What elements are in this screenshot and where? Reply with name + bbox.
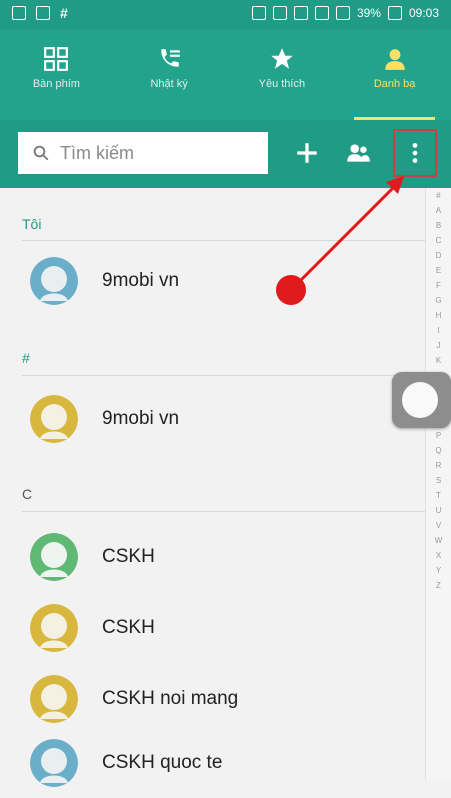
avatar-person-icon bbox=[30, 257, 78, 305]
index-letter[interactable]: B bbox=[436, 218, 441, 233]
scroll-knob bbox=[402, 382, 438, 418]
alphabet-index[interactable]: #ABCDEFGHIJKLMNOPQRSTUVWXYZ bbox=[425, 188, 451, 780]
tab-favorites[interactable]: Yêu thích bbox=[226, 30, 339, 120]
section-divider bbox=[22, 240, 426, 241]
index-letter[interactable]: P bbox=[436, 428, 441, 443]
avatar bbox=[30, 604, 78, 652]
index-letter[interactable]: C bbox=[436, 233, 442, 248]
index-letter[interactable]: V bbox=[436, 518, 441, 533]
hash-icon: # bbox=[60, 5, 68, 21]
add-contact-button[interactable] bbox=[286, 132, 328, 174]
status-left-icons: # bbox=[12, 6, 74, 20]
signal-icon bbox=[314, 6, 329, 20]
index-letter[interactable]: S bbox=[436, 473, 441, 488]
avatar bbox=[30, 257, 78, 305]
notification-icon bbox=[12, 6, 26, 20]
contact-name: 9mobi vn bbox=[102, 270, 180, 291]
section-header-hash: # bbox=[22, 350, 30, 366]
nfc-icon bbox=[251, 6, 266, 20]
section-header-c: C bbox=[22, 486, 33, 502]
search-input[interactable]: Tìm kiếm bbox=[18, 132, 268, 174]
fast-scroll-handle[interactable] bbox=[392, 372, 451, 428]
index-letter[interactable]: Z bbox=[436, 578, 441, 593]
section-header-me: Tôi bbox=[22, 216, 42, 232]
contact-row[interactable]: 9mobi vn bbox=[0, 246, 426, 316]
tab-keypad-label: Bàn phím bbox=[32, 78, 80, 90]
contact-row[interactable]: 9mobi vn bbox=[0, 384, 426, 454]
index-letter[interactable]: G bbox=[435, 293, 441, 308]
index-letter[interactable]: T bbox=[436, 488, 441, 503]
status-bar: # 39% 09:03 bbox=[0, 0, 451, 30]
battery-icon bbox=[387, 6, 402, 20]
avatar-person-icon bbox=[30, 604, 78, 652]
avatar bbox=[30, 675, 78, 723]
more-vertical-icon bbox=[412, 143, 418, 163]
contact-row[interactable]: CSKH bbox=[0, 593, 426, 663]
tab-call-log[interactable]: Nhật ký bbox=[113, 30, 226, 120]
index-letter[interactable]: W bbox=[435, 533, 443, 548]
index-letter[interactable]: F bbox=[436, 278, 441, 293]
avatar bbox=[30, 533, 78, 581]
tab-contacts-label: Danh bạ bbox=[373, 78, 416, 90]
image-notification-icon bbox=[36, 6, 50, 20]
index-letter[interactable]: J bbox=[437, 338, 441, 353]
index-letter[interactable]: X bbox=[436, 548, 441, 563]
keypad-icon bbox=[44, 47, 69, 71]
contact-row[interactable]: CSKH bbox=[0, 522, 426, 592]
tab-favorites-label: Yêu thích bbox=[258, 78, 306, 90]
section-divider bbox=[22, 511, 426, 512]
index-letter[interactable]: K bbox=[436, 353, 441, 368]
index-letter[interactable]: R bbox=[436, 458, 442, 473]
star-icon bbox=[271, 48, 293, 69]
avatar-person-icon bbox=[30, 675, 78, 723]
search-placeholder: Tìm kiếm bbox=[60, 142, 134, 163]
contact-name: CSKH noi mang bbox=[102, 688, 239, 709]
contacts-icon bbox=[384, 49, 405, 70]
index-letter[interactable]: I bbox=[437, 323, 439, 338]
call-log-icon bbox=[161, 49, 180, 67]
groups-icon bbox=[347, 144, 370, 162]
mute-icon bbox=[335, 6, 350, 20]
contact-name: CSKH bbox=[102, 546, 155, 567]
avatar-person-icon bbox=[30, 395, 78, 443]
tab-contacts[interactable]: Danh bạ bbox=[338, 30, 451, 120]
contact-row[interactable]: CSKH quoc te bbox=[0, 728, 426, 798]
avatar-person-icon bbox=[30, 533, 78, 581]
contact-name: CSKH quoc te bbox=[102, 752, 223, 773]
search-icon bbox=[33, 145, 49, 161]
tab-keypad[interactable]: Bàn phím bbox=[0, 30, 113, 120]
battery-text: 39% bbox=[356, 6, 381, 20]
index-letter[interactable]: E bbox=[436, 263, 441, 278]
contact-name: 9mobi vn bbox=[102, 408, 180, 429]
clock: 09:03 bbox=[408, 6, 439, 20]
index-letter[interactable]: Y bbox=[436, 563, 441, 578]
index-letter[interactable]: # bbox=[436, 188, 440, 203]
tab-bar: Bàn phím Nhật ký Yêu thích Danh bạ bbox=[0, 30, 451, 120]
groups-button[interactable] bbox=[337, 132, 379, 174]
contact-list[interactable]: Tôi 9mobi vn # 9mobi vn C CSKH CSKH CSKH… bbox=[0, 188, 426, 787]
more-options-button[interactable] bbox=[393, 129, 437, 177]
plus-icon bbox=[297, 143, 317, 163]
contact-row[interactable]: CSKH noi mang bbox=[0, 664, 426, 734]
contact-name: CSKH bbox=[102, 617, 155, 638]
tab-call-log-label: Nhật ký bbox=[150, 78, 188, 90]
section-divider bbox=[22, 375, 426, 376]
status-right-icons: 39% 09:03 bbox=[251, 6, 439, 20]
index-letter[interactable]: A bbox=[436, 203, 441, 218]
index-letter[interactable]: Q bbox=[435, 443, 441, 458]
index-letter[interactable]: D bbox=[436, 248, 442, 263]
avatar bbox=[30, 395, 78, 443]
search-toolbar: Tìm kiếm bbox=[0, 120, 451, 188]
index-letter[interactable]: U bbox=[436, 503, 442, 518]
wifi-icon bbox=[272, 6, 287, 20]
index-letter[interactable]: H bbox=[436, 308, 442, 323]
sim-icon bbox=[293, 6, 308, 20]
